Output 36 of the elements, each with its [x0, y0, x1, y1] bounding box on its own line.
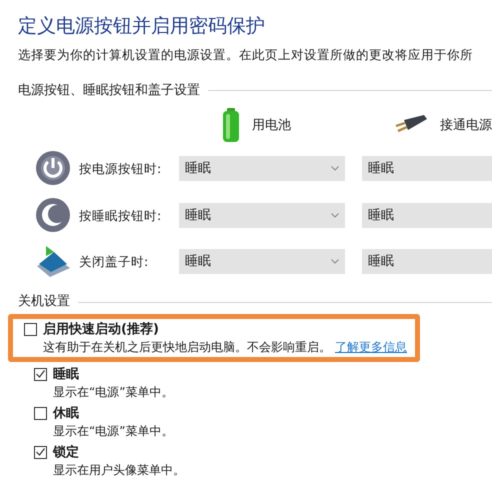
dropdown[interactable]: 睡眠	[362, 156, 492, 181]
dropdown[interactable]: 睡眠	[362, 248, 492, 274]
check-icon	[36, 370, 45, 378]
checkbox[interactable]	[34, 368, 47, 381]
learn-more-link[interactable]: 了解更多信息	[335, 338, 407, 356]
chevron-down-icon	[331, 212, 339, 218]
battery-icon	[222, 108, 240, 142]
checkbox[interactable]	[34, 406, 47, 420]
setting-label: 关闭盖子时:	[79, 254, 148, 270]
chevron-down-icon	[331, 166, 339, 171]
option-label: 锁定	[53, 444, 79, 462]
dropdown[interactable]: 睡眠	[362, 202, 492, 228]
page-title: 定义电源按钮并启用密码保护	[18, 14, 266, 38]
checkbox[interactable]	[24, 322, 37, 336]
option-label: 休眠	[53, 404, 79, 423]
dropdown[interactable]: 睡眠	[179, 248, 345, 274]
option-label: 启用快速启动(推荐)	[43, 320, 159, 339]
option-description: 显示在“电源”菜单中。	[53, 384, 174, 401]
page-description: 选择要为你的计算机设置的电源设置。在此页上对设置所做的更改将应用于你所	[18, 46, 474, 64]
chevron-down-icon	[331, 258, 339, 264]
option-label: 睡眠	[53, 366, 79, 384]
dropdown[interactable]: 睡眠	[179, 156, 345, 181]
check-icon	[36, 448, 45, 456]
setting-label: 按睡眠按钮时:	[79, 208, 162, 224]
option-description: 显示在用户头像菜单中。	[53, 462, 185, 479]
option-description: 显示在“电源”菜单中。	[53, 422, 174, 440]
column-header: 接通电源	[440, 116, 492, 134]
option-description: 这有助于在关机之后更快地启动电脑。不会影响重启。	[43, 338, 331, 356]
power-icon	[35, 150, 71, 186]
section-heading: 电源按钮、睡眠按钮和盖子设置	[18, 82, 200, 100]
setting-label: 按电源按钮时:	[79, 161, 162, 176]
checkbox[interactable]	[34, 446, 47, 459]
column-header: 用电池	[252, 116, 291, 134]
moon-icon	[35, 197, 71, 234]
section-heading: 关机设置	[18, 293, 70, 312]
dropdown[interactable]: 睡眠	[179, 202, 345, 228]
